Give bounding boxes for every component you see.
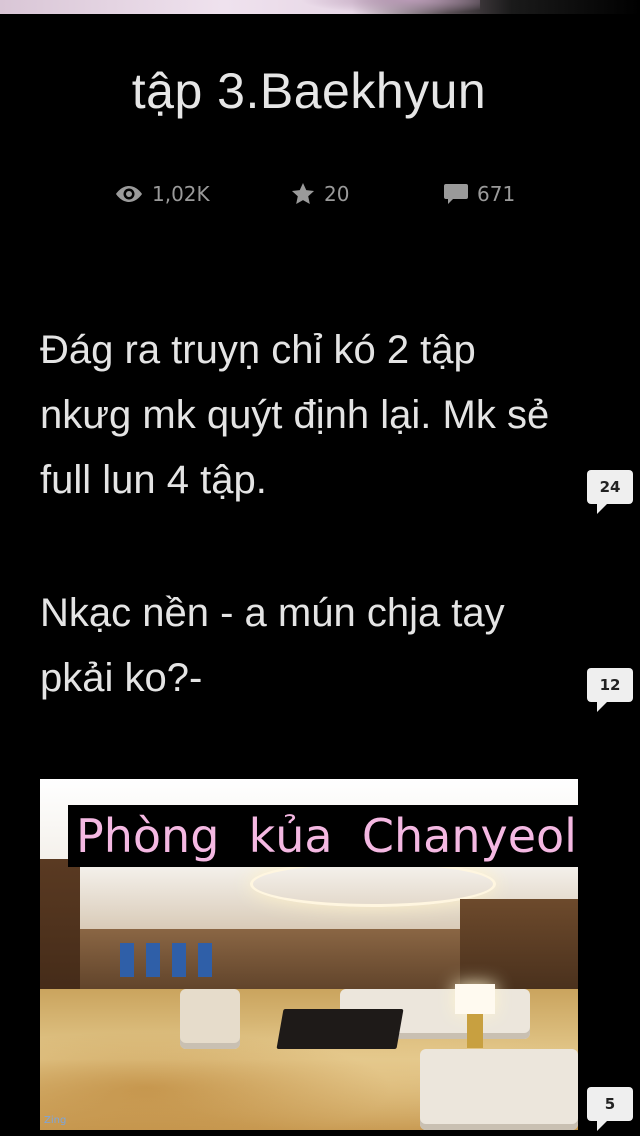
paragraph-line: nkưg mk quýt định lại. Mk sẻ — [40, 393, 550, 437]
chapter-title: tập 3.Baekhyun — [131, 63, 487, 119]
story-paragraph[interactable]: Nkạc nền - a mún chja tay pkải ko?- — [40, 581, 590, 711]
lamp-base — [467, 1014, 483, 1048]
chapter-stats: 1,02K 20 671 — [0, 176, 640, 212]
story-image[interactable]: Phòng kủa Chanyeol Zing — [40, 779, 578, 1130]
lamp-shade — [455, 984, 495, 1014]
star-icon — [291, 182, 315, 204]
story-paragraph[interactable]: Đág ra truyṇ chỉ kó 2 tập nkưg mk quýt đ… — [40, 318, 590, 513]
paragraph-line: Nkạc nền - a mún chja tay — [40, 591, 505, 635]
image-watermark: Zing — [44, 1115, 67, 1126]
wall-painting — [198, 943, 212, 977]
inline-comment-button[interactable]: 12 — [587, 668, 633, 712]
story-reader-screen: tập 3.Baekhyun 1,02K 20 671 Đág ra truyṇ… — [0, 0, 640, 1136]
eye-icon — [116, 186, 142, 202]
comments-stat[interactable]: 671 — [443, 176, 515, 212]
votes-stat[interactable]: 20 — [290, 176, 349, 212]
inline-comment-count: 24 — [599, 478, 621, 496]
wall-painting — [172, 943, 186, 977]
wall-painting — [146, 943, 160, 977]
previous-image-strip — [0, 0, 640, 14]
comments-count: 671 — [477, 182, 516, 206]
wall-painting — [120, 943, 134, 977]
armchair — [180, 989, 240, 1049]
inline-comment-count: 5 — [604, 1095, 616, 1113]
image-fragment — [300, 0, 480, 14]
inline-comment-count: 12 — [599, 676, 621, 694]
votes-count: 20 — [324, 182, 350, 206]
coffee-table — [276, 1009, 404, 1049]
image-caption: Phòng kủa Chanyeol — [68, 805, 578, 867]
inline-comment-button[interactable]: 5 — [587, 1087, 633, 1131]
paragraph-line: Đág ra truyṇ chỉ kó 2 tập — [40, 328, 476, 372]
paragraph-line: full lun 4 tập. — [40, 458, 267, 502]
comment-icon — [444, 184, 468, 204]
views-stat: 1,02K — [114, 176, 210, 212]
sofa — [420, 1049, 578, 1130]
paragraph-line: pkải ko?- — [40, 656, 203, 700]
views-count: 1,02K — [152, 182, 210, 206]
inline-comment-button[interactable]: 24 — [587, 470, 633, 514]
